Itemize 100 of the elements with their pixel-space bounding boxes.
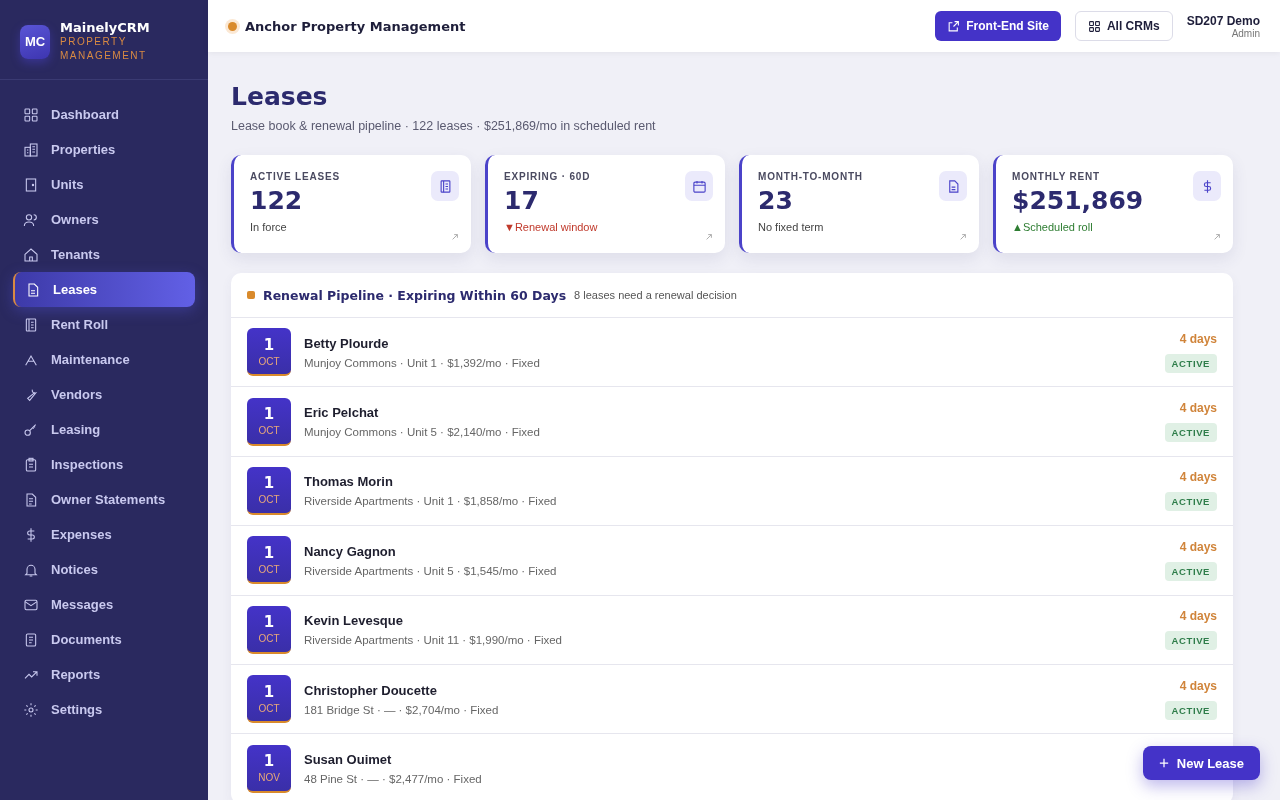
status-badge: ACTIVE [1164, 492, 1217, 512]
tenant-name: Nancy Gagnon [304, 543, 396, 559]
sidebar-item[interactable]: Reports [13, 657, 195, 692]
date-badge: 1 OCT [247, 397, 291, 446]
document-icon [939, 171, 967, 201]
days-left: 4 days [1179, 609, 1217, 624]
date-badge: 1 OCT [247, 466, 291, 515]
lease-detail: 181 Bridge St · — · $2,704/mo · Fixed [304, 703, 499, 716]
tenant-name: Christopher Doucette [304, 682, 437, 698]
date-badge: 1 OCT [247, 675, 291, 724]
days-left: 4 days [1179, 470, 1217, 485]
logo-badge: MC [20, 24, 50, 59]
expand-arrow-icon[interactable] [451, 233, 459, 241]
sidebar-item[interactable]: Leases [13, 272, 195, 307]
settings-icon [23, 701, 39, 718]
expand-arrow-icon[interactable] [705, 233, 713, 241]
panel-note: 8 leases need a renewal decision [574, 289, 737, 301]
crms-button[interactable]: All CRMs [1074, 11, 1173, 41]
stat-note: In force [250, 221, 288, 233]
status-badge: ACTIVE [1164, 561, 1217, 581]
status-badge: ACTIVE [1164, 700, 1217, 720]
sidebar-item[interactable]: Properties [13, 132, 195, 167]
brand-name: MainelyCRM [60, 20, 150, 35]
brand-tagline: MANAGEMENT [60, 49, 148, 63]
statement-icon [23, 491, 39, 508]
date-badge: 1 NOV [247, 744, 291, 793]
expand-arrow-icon[interactable] [959, 233, 967, 241]
days-left: 4 days [1179, 331, 1217, 346]
stat-value: 23 [758, 186, 794, 215]
date-badge: 1 OCT [247, 605, 291, 654]
new-lease-button[interactable]: New Lease [1142, 746, 1260, 780]
external-link-icon [947, 19, 961, 33]
house-icon [23, 246, 39, 263]
key-icon [23, 421, 39, 438]
status-badge: ACTIVE [1164, 353, 1217, 373]
sidebar-item[interactable]: Documents [13, 622, 195, 657]
site-button[interactable]: Front-End Site [935, 11, 1061, 41]
sidebar-item[interactable]: Owner Statements [13, 482, 195, 517]
date-badge: 1 OCT [247, 328, 291, 377]
panel-title: Renewal Pipeline · Expiring Within 60 Days [263, 287, 567, 303]
clipboard-icon [23, 456, 39, 473]
stat-note: No fixed term [758, 221, 825, 233]
expand-arrow-icon[interactable] [1213, 233, 1221, 241]
ledger-icon [23, 316, 39, 333]
stat-value: $251,869 [1012, 186, 1144, 215]
sidebar-item[interactable]: Tenants [13, 237, 195, 272]
tenant-name: Kevin Levesque [304, 613, 403, 629]
grid-icon [1087, 19, 1101, 33]
sidebar-item[interactable]: Messages [13, 587, 195, 622]
stat-note: ▼Renewal window [504, 221, 598, 233]
date-badge: 1 OCT [247, 536, 291, 585]
building-icon [23, 141, 39, 158]
lease-detail: Munjoy Commons · Unit 5 · $2,140/mo · Fixed [304, 426, 540, 439]
stat-label: MONTH-TO-MONTH [758, 171, 863, 182]
sidebar-item[interactable]: Units [13, 167, 195, 202]
lease-detail: Munjoy Commons · Unit 1 · $1,392/mo · Fixed [304, 356, 540, 369]
sidebar-item[interactable]: Settings [13, 692, 195, 727]
sidebar-item[interactable]: Dashboard [13, 97, 195, 132]
sidebar-item[interactable]: Inspections [13, 447, 195, 482]
lease-detail: 48 Pine St · — · $2,477/mo · Fixed [304, 773, 482, 786]
stat-value: 122 [250, 186, 304, 215]
people-icon [23, 211, 39, 228]
status-badge: ACTIVE [1164, 423, 1217, 443]
lease-detail: Riverside Apartments · Unit 5 · $1,545/mo · Fixed [304, 564, 557, 577]
status-dot [228, 21, 237, 31]
tenant-name: Susan Ouimet [304, 752, 392, 768]
sidebar-item[interactable]: Notices [13, 552, 195, 587]
ledger-icon [431, 171, 459, 201]
grid-icon [23, 106, 39, 123]
tenant-name: Thomas Morin [304, 474, 393, 490]
tenant-name: Betty Plourde [304, 335, 389, 351]
stat-label: EXPIRING · 60D [504, 171, 592, 182]
company-name: Anchor Property Management [245, 18, 466, 34]
page-subtitle: Lease book & renewal pipeline · 122 leases · $251,869/mo in scheduled rent [231, 119, 657, 133]
tenant-name: Eric Pelchat [304, 405, 379, 421]
dollar-icon [1193, 171, 1221, 201]
plus-icon [1158, 758, 1169, 768]
days-left: 4 days [1179, 539, 1217, 554]
sidebar-item[interactable]: Leasing [13, 412, 195, 447]
sidebar-item[interactable]: Owners [13, 202, 195, 237]
stat-label: ACTIVE LEASES [250, 171, 340, 182]
calendar-icon [685, 171, 713, 201]
sidebar-item[interactable]: Maintenance [13, 342, 195, 377]
page-title: Leases [231, 82, 329, 111]
document-icon [25, 281, 41, 298]
status-badge: ACTIVE [1164, 631, 1217, 651]
lease-detail: Riverside Apartments · Unit 11 · $1,990/mo · Fixed [304, 634, 562, 647]
sidebar-item[interactable]: Rent Roll [13, 307, 195, 342]
sidebar-item[interactable]: Vendors [13, 377, 195, 412]
stat-note: ▲Scheduled roll [1012, 221, 1094, 233]
days-left: 4 days [1179, 678, 1217, 693]
lease-detail: Riverside Apartments · Unit 1 · $1,858/mo · Fixed [304, 495, 557, 508]
brand-tagline: PROPERTY [60, 35, 128, 49]
sidebar-item[interactable]: Expenses [13, 517, 195, 552]
stat-value: 17 [504, 186, 540, 215]
user-name: SD207 Demo [1186, 13, 1260, 28]
file-icon [23, 631, 39, 648]
days-left: 4 days [1179, 401, 1217, 416]
stat-label: MONTHLY RENT [1012, 171, 1101, 182]
user-role: Admin [1231, 27, 1260, 39]
